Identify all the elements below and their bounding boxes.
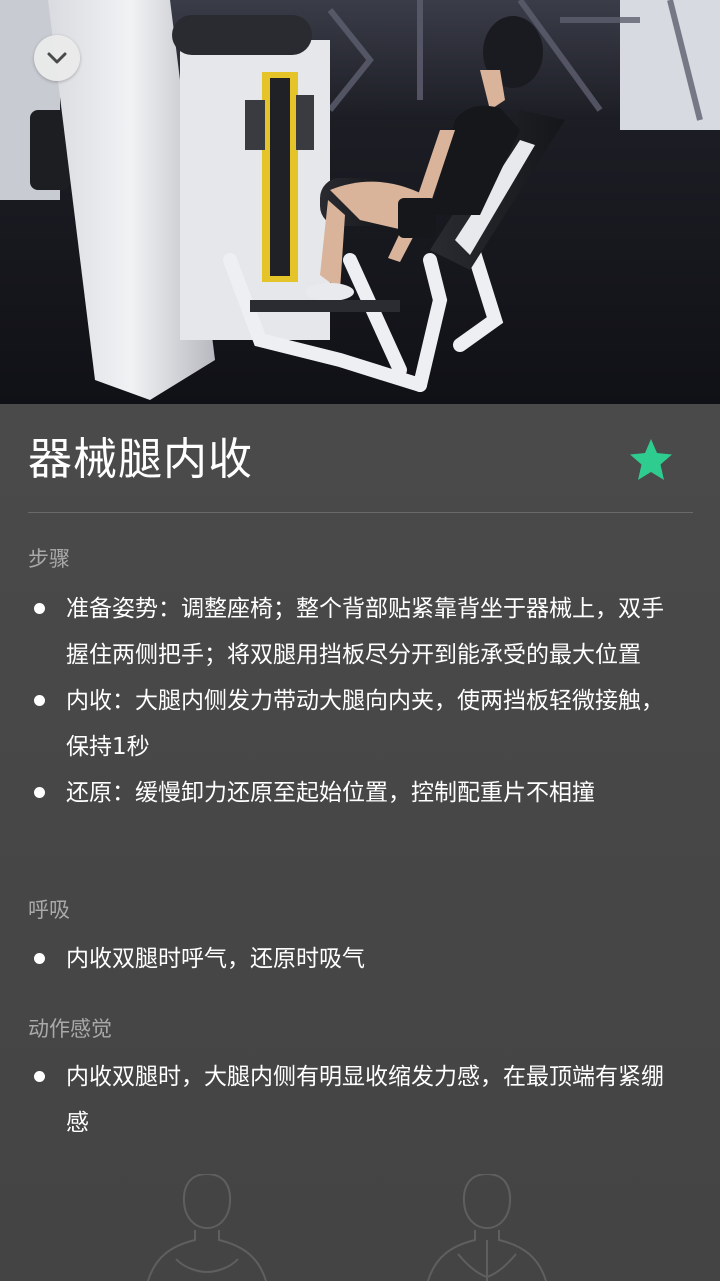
divider [28, 512, 693, 513]
list-item: 还原：缓慢卸力还原至起始位置，控制配重片不相撞 [28, 770, 671, 816]
section-title-breathing: 呼吸 [28, 898, 70, 922]
exercise-detail-panel: 器械腿内收 步骤 准备姿势：调整座椅；整个背部贴紧靠背坐于器械上，双手握住两侧把… [0, 404, 720, 1281]
step-text: 准备姿势：调整座椅；整个背部贴紧靠背坐于器械上，双手握住两侧把手；将双腿用挡板尽… [66, 596, 664, 668]
steps-list: 准备姿势：调整座椅；整个背部贴紧靠背坐于器械上，双手握住两侧把手；将双腿用挡板尽… [28, 586, 693, 816]
bullet-icon [34, 787, 45, 798]
exercise-detail-screen: 器械腿内收 步骤 准备姿势：调整座椅；整个背部贴紧靠背坐于器械上，双手握住两侧把… [0, 0, 720, 1281]
exercise-video[interactable] [0, 0, 720, 404]
front-body-figure [147, 1174, 267, 1281]
bullet-icon [34, 603, 45, 614]
list-item: 内收双腿时呼气，还原时吸气 [28, 936, 671, 982]
exercise-title: 器械腿内收 [28, 434, 253, 485]
breathing-list: 内收双腿时呼气，还原时吸气 [28, 936, 693, 982]
feeling-list: 内收双腿时，大腿内侧有明显收缩发力感，在最顶端有紧绷感 [28, 1054, 693, 1146]
list-item: 内收双腿时，大腿内侧有明显收缩发力感，在最顶端有紧绷感 [28, 1054, 671, 1146]
back-body-figure [427, 1174, 547, 1281]
feeling-text: 内收双腿时，大腿内侧有明显收缩发力感，在最顶端有紧绷感 [66, 1064, 664, 1136]
section-title-steps: 步骤 [28, 547, 70, 571]
muscle-diagram [147, 1174, 547, 1281]
section-title-feeling: 动作感觉 [28, 1017, 112, 1041]
bullet-icon [34, 953, 45, 964]
step-text: 内收：大腿内侧发力带动大腿向内夹，使两挡板轻微接触，保持1秒 [66, 688, 664, 760]
breathing-text: 内收双腿时呼气，还原时吸气 [66, 946, 365, 972]
bullet-icon [34, 695, 45, 706]
star-icon[interactable] [628, 437, 674, 483]
bullet-icon [34, 1071, 45, 1082]
collapse-button[interactable] [34, 35, 80, 81]
list-item: 内收：大腿内侧发力带动大腿向内夹，使两挡板轻微接触，保持1秒 [28, 678, 671, 770]
step-text: 还原：缓慢卸力还原至起始位置，控制配重片不相撞 [66, 780, 595, 806]
gym-photo [0, 0, 720, 404]
list-item: 准备姿势：调整座椅；整个背部贴紧靠背坐于器械上，双手握住两侧把手；将双腿用挡板尽… [28, 586, 671, 678]
chevron-down-icon [47, 52, 67, 64]
